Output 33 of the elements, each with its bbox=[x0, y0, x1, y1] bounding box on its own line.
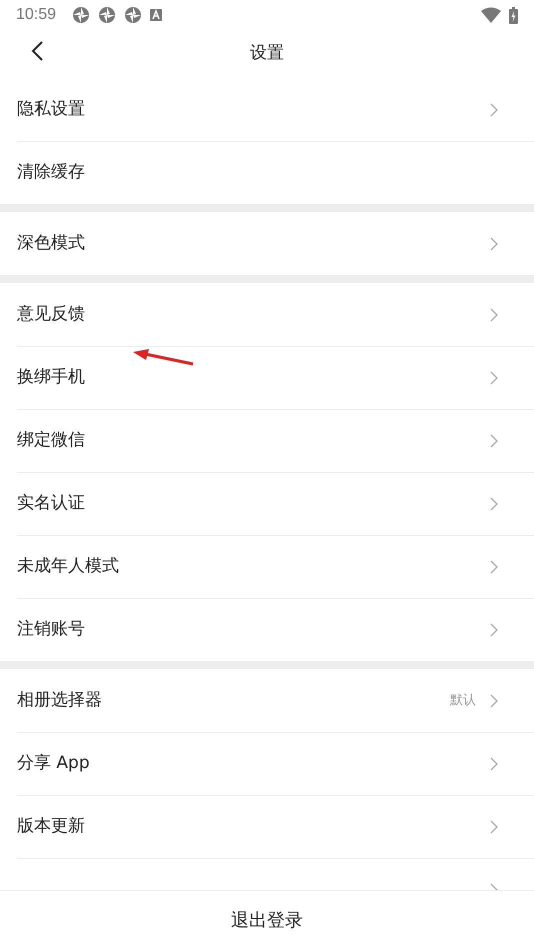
row-label: 绑定微信 bbox=[17, 429, 86, 452]
app-notification-icon bbox=[72, 6, 90, 24]
row-label: 清除缓存 bbox=[17, 161, 86, 184]
row-label: 未成年人模式 bbox=[17, 555, 120, 578]
row-label: 注销账号 bbox=[17, 618, 86, 642]
back-button[interactable] bbox=[30, 40, 44, 62]
page-title: 设置 bbox=[250, 42, 284, 66]
status-time: 10:59 bbox=[16, 5, 56, 25]
settings-row[interactable]: 深色模式 bbox=[17, 212, 534, 275]
row-label: 换绑手机 bbox=[17, 366, 86, 390]
settings-row[interactable]: 换绑手机 bbox=[17, 346, 534, 409]
row-label: 深色模式 bbox=[17, 232, 86, 255]
row-label: 意见反馈 bbox=[17, 302, 86, 326]
row-label: 实名认证 bbox=[17, 492, 86, 516]
settings-row[interactable]: 版本更新 bbox=[17, 795, 534, 858]
settings-row[interactable]: 分享 App bbox=[17, 732, 534, 795]
keyboard-icon bbox=[150, 9, 162, 21]
battery-icon bbox=[509, 6, 518, 24]
settings-row[interactable]: 相册选择器 默认 bbox=[17, 669, 534, 732]
app-notification-icon bbox=[124, 6, 142, 24]
settings-row[interactable]: 未成年人模式 bbox=[17, 535, 534, 598]
row-label: 隐私设置 bbox=[17, 98, 86, 121]
row-label: 版本更新 bbox=[17, 815, 86, 838]
row-label: 分享 App bbox=[17, 752, 91, 776]
settings-row[interactable]: 意见反馈 bbox=[17, 283, 534, 346]
logout-button[interactable]: 退出登录 bbox=[225, 906, 309, 935]
settings-row[interactable]: 绑定微信 bbox=[17, 409, 534, 472]
row-value: 默认 bbox=[450, 692, 476, 710]
settings-row[interactable]: 隐私设置 bbox=[17, 78, 534, 141]
settings-row[interactable]: 实名认证 bbox=[17, 472, 534, 535]
app-notification-icon bbox=[98, 6, 116, 24]
wifi-icon bbox=[481, 7, 501, 23]
row-label: 相册选择器 bbox=[17, 688, 103, 712]
